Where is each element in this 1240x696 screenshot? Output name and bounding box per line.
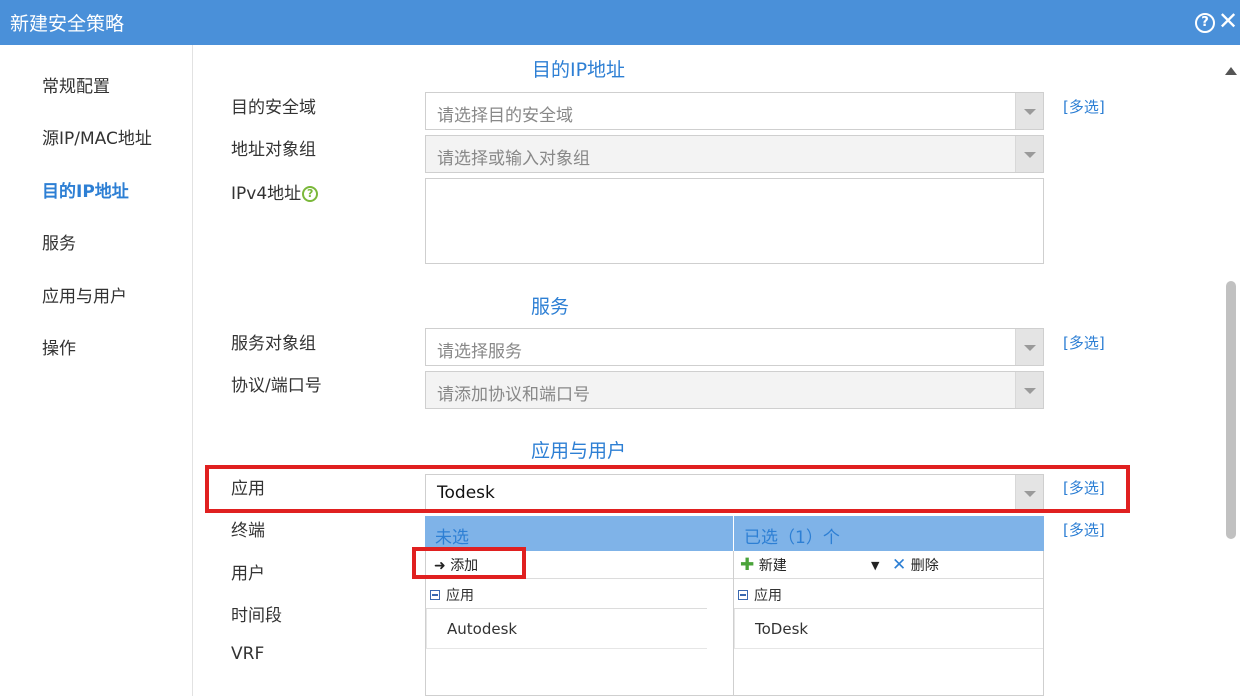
new-button[interactable]: ✚ 新建 (740, 555, 787, 575)
section-title-dest-ip: 目的IP地址 (532, 59, 626, 81)
sidebar-item-source-ip[interactable]: 源IP/MAC地址 (42, 124, 152, 149)
dest-zone-multi-link[interactable]: [多选] (1063, 96, 1105, 117)
chevron-down-icon[interactable] (1015, 93, 1043, 129)
selected-group-label: 应用 (754, 588, 782, 604)
time-range-label: 时间段 (231, 606, 282, 626)
new-button-label: 新建 (758, 558, 787, 574)
vertical-scrollbar[interactable] (1222, 55, 1240, 696)
protocol-port-select[interactable]: 请添加协议和端口号 (425, 371, 1044, 409)
highlight-box-add (412, 547, 526, 579)
service-group-select[interactable]: 请选择服务 (425, 328, 1044, 366)
sidebar-item-general[interactable]: 常规配置 (42, 72, 110, 97)
scrollbar-thumb[interactable] (1226, 281, 1236, 539)
user-label: 用户 (231, 564, 265, 584)
ipv4-label: IPv4地址? (231, 179, 319, 204)
highlight-box-application (205, 465, 1130, 513)
chevron-down-icon[interactable] (1015, 329, 1043, 365)
terminal-multi-link[interactable]: [多选] (1063, 519, 1105, 540)
close-icon: ✕ (892, 555, 907, 575)
sidebar-item-service[interactable]: 服务 (42, 229, 76, 254)
sidebar-item-action[interactable]: 操作 (42, 334, 76, 359)
sidebar-item-dest-ip[interactable]: 目的IP地址 (42, 177, 129, 202)
address-group-select[interactable]: 请选择或输入对象组 (425, 135, 1044, 173)
dialog-titlebar: 新建安全策略 ? ✕ (0, 0, 1240, 45)
scroll-up-icon[interactable] (1225, 67, 1237, 75)
selected-toolbar: ✚ 新建 ▼ ✕ 删除 (734, 551, 1043, 579)
service-group-placeholder: 请选择服务 (437, 342, 522, 362)
unselected-group-label: 应用 (446, 588, 474, 604)
help-icon[interactable]: ? (302, 186, 319, 202)
vrf-label: VRF (231, 644, 265, 664)
ipv4-label-text: IPv4地址 (231, 184, 302, 204)
dest-zone-label: 目的安全域 (231, 98, 316, 118)
sidebar-item-app-user[interactable]: 应用与用户 (42, 282, 127, 307)
selected-title: 已选（1）个 (744, 528, 840, 548)
new-dropdown-icon[interactable]: ▼ (871, 559, 879, 572)
chevron-down-icon[interactable] (1015, 136, 1043, 172)
service-multi-link[interactable]: [多选] (1063, 332, 1105, 353)
unselected-panel-header: 未选 (425, 516, 733, 551)
list-item-label: ToDesk (755, 620, 809, 638)
selected-tree-group[interactable]: 应用 (738, 585, 782, 605)
service-group-label: 服务对象组 (231, 334, 316, 354)
list-item[interactable]: Autodesk (426, 609, 707, 649)
protocol-port-placeholder: 请添加协议和端口号 (437, 385, 590, 405)
delete-button[interactable]: ✕ 删除 (892, 555, 939, 575)
address-group-label: 地址对象组 (231, 140, 316, 160)
ipv4-address-textarea[interactable] (425, 178, 1044, 264)
chevron-down-icon[interactable] (1015, 372, 1043, 408)
dest-zone-placeholder: 请选择目的安全域 (437, 106, 573, 126)
collapse-icon[interactable] (430, 590, 440, 600)
plus-icon: ✚ (740, 555, 755, 575)
close-icon[interactable]: ✕ (1218, 8, 1238, 34)
dialog-title: 新建安全策略 (10, 13, 125, 35)
terminal-label: 终端 (231, 521, 265, 541)
selected-panel-header: 已选（1）个 (734, 516, 1044, 551)
dest-zone-select[interactable]: 请选择目的安全域 (425, 92, 1044, 130)
sidebar-nav: 常规配置 源IP/MAC地址 目的IP地址 服务 应用与用户 操作 (0, 45, 193, 696)
list-item[interactable]: ToDesk (734, 609, 1043, 649)
section-title-service: 服务 (531, 296, 570, 318)
collapse-icon[interactable] (738, 590, 748, 600)
help-icon[interactable]: ? (1195, 13, 1215, 33)
address-group-placeholder: 请选择或输入对象组 (437, 149, 590, 169)
list-item-label: Autodesk (447, 620, 518, 638)
delete-button-label: 删除 (910, 558, 939, 574)
section-title-app-user: 应用与用户 (531, 440, 627, 462)
protocol-port-label: 协议/端口号 (231, 376, 322, 396)
unselected-title: 未选 (435, 528, 469, 548)
selected-panel: ✚ 新建 ▼ ✕ 删除 应用 ToDesk (733, 551, 1044, 696)
unselected-tree-group[interactable]: 应用 (430, 585, 474, 605)
